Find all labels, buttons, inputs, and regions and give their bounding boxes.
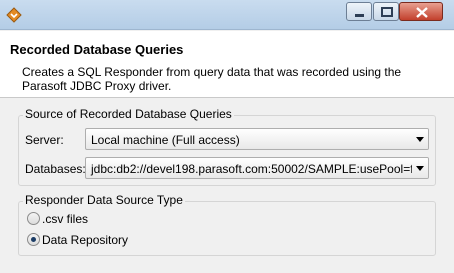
chevron-down-icon[interactable]	[412, 158, 428, 178]
server-dropdown[interactable]: Local machine (Full access)	[85, 128, 429, 150]
minimize-icon	[355, 14, 364, 17]
close-icon	[416, 7, 428, 18]
databases-value: jdbc:db2://devel198.parasoft.com:50002/S…	[91, 162, 421, 176]
close-button[interactable]	[399, 2, 443, 21]
title-bar[interactable]	[0, 0, 454, 30]
datasource-group-legend: Responder Data Source Type	[23, 193, 185, 207]
databases-label: Databases:	[25, 162, 86, 176]
radio-label: Data Repository	[42, 233, 129, 247]
maximize-icon	[381, 7, 393, 17]
server-label: Server:	[25, 133, 64, 147]
datasource-group: Responder Data Source Type	[18, 193, 436, 256]
maximize-button[interactable]	[373, 2, 399, 21]
chevron-down-icon[interactable]	[412, 129, 428, 149]
page-title: Recorded Database Queries	[10, 42, 184, 57]
source-group-legend: Source of Recorded Database Queries	[23, 107, 234, 121]
wizard-header: Recorded Database Queries Creates a SQL …	[0, 31, 454, 98]
minimize-button[interactable]	[346, 2, 372, 21]
radio-button[interactable]	[27, 233, 40, 246]
radio-button[interactable]	[27, 212, 40, 225]
radio-label: .csv files	[42, 212, 89, 226]
parasoft-diamond-icon	[6, 7, 22, 23]
databases-dropdown[interactable]: jdbc:db2://devel198.parasoft.com:50002/S…	[85, 157, 429, 179]
page-description: Creates a SQL Responder from query data …	[22, 65, 402, 93]
server-value: Local machine (Full access)	[91, 133, 240, 147]
